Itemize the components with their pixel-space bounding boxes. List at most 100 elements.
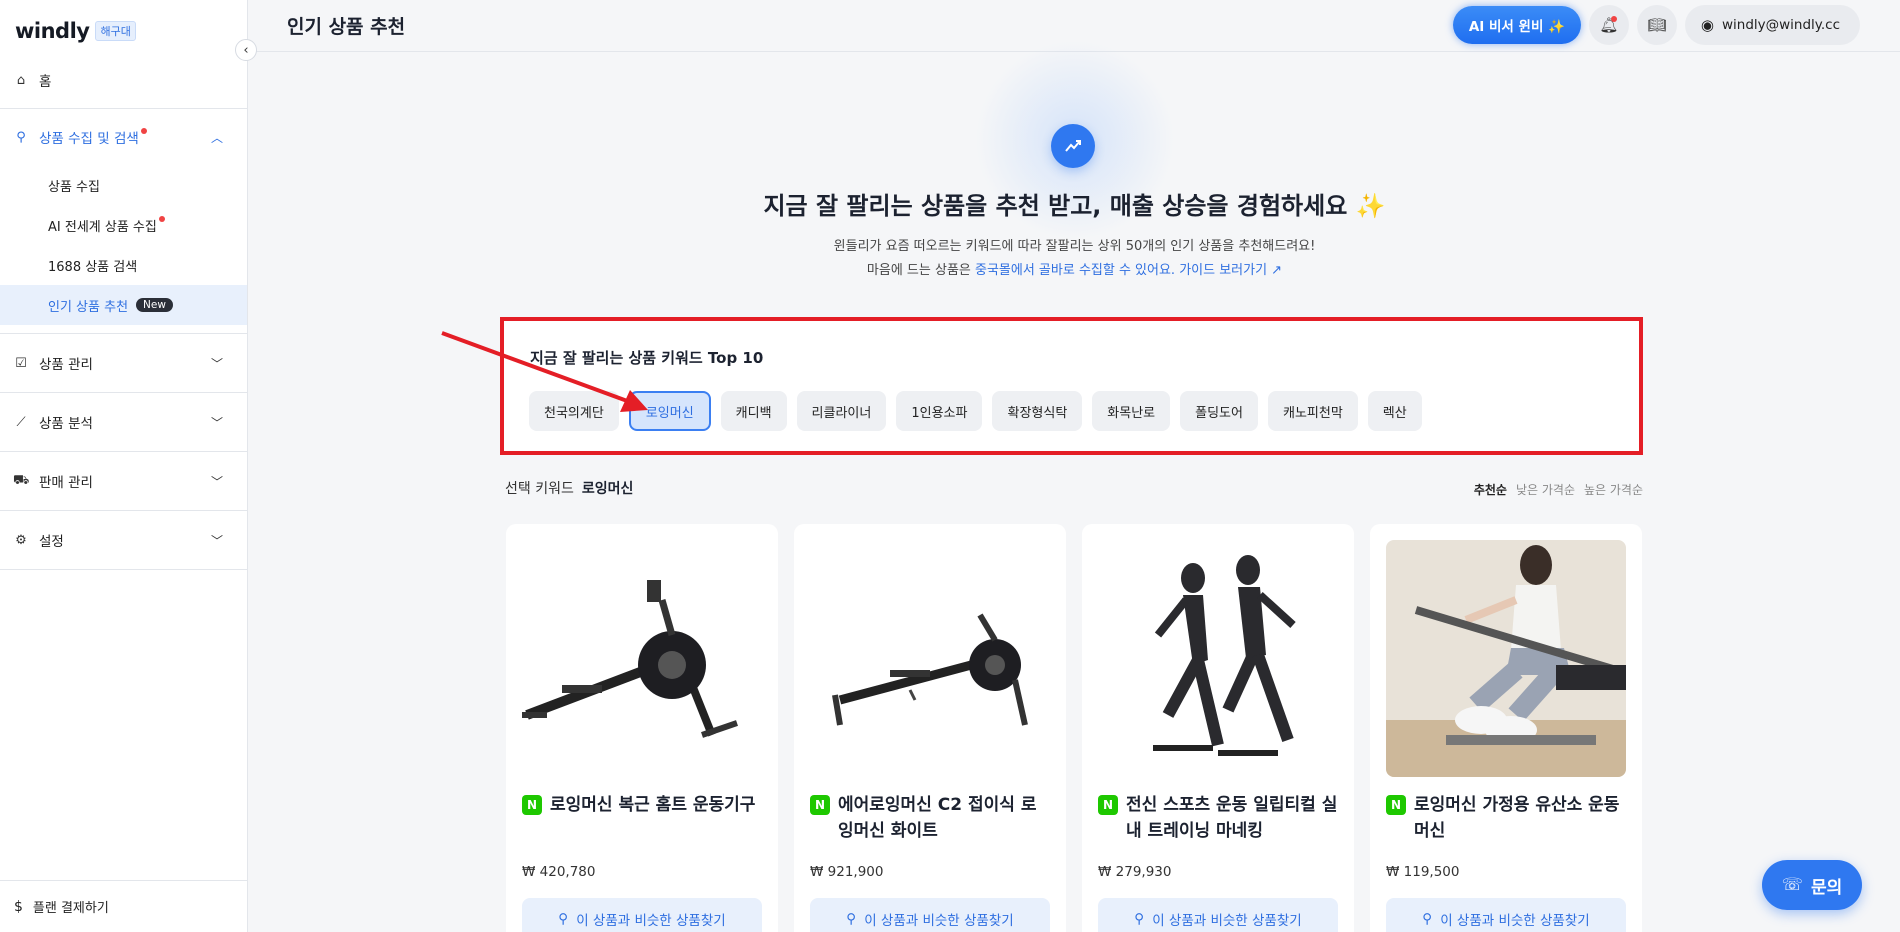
notification-dot — [158, 216, 165, 222]
annotation-arrow — [441, 331, 648, 412]
guide-book-button[interactable]: 📖︎ — [1636, 5, 1677, 45]
search-icon: ⚲ — [1134, 911, 1145, 927]
sidebar-item-collect[interactable]: 상품 수집 — [0, 165, 247, 205]
home-icon: ⌂ — [16, 72, 26, 88]
sidebar-footer-label: 플랜 결제하기 — [32, 901, 109, 916]
sort-recommended[interactable]: 추천순 — [1474, 481, 1507, 498]
sidebar-item-label: 상품 수집 — [48, 179, 100, 195]
ai-assistant-button[interactable]: AI 비서 윈비 ✨ — [1452, 6, 1581, 44]
notification-dot — [1610, 16, 1617, 22]
logo[interactable]: windly — [15, 19, 90, 43]
keyword-chip[interactable]: 캐노피천막 — [1267, 391, 1358, 431]
product-image[interactable] — [522, 540, 762, 777]
sidebar-group-label: 상품 분석 — [39, 416, 93, 432]
new-badge: New — [136, 298, 173, 312]
trending-chart-icon — [1051, 124, 1095, 168]
find-similar-label: 이 상품과 비슷한 상품찾기 — [864, 913, 1014, 929]
sidebar-item-label: 인기 상품 추천 — [48, 299, 129, 315]
product-image[interactable] — [810, 540, 1050, 777]
naver-icon: N — [810, 795, 830, 815]
keyword-chip[interactable]: 1인용소파 — [896, 391, 983, 431]
product-card[interactable]: N 로잉머신 복근 홈트 운동기구 ₩ 420,780 ⚲ 이 상품과 비슷한 … — [506, 524, 778, 932]
product-image[interactable] — [1098, 540, 1338, 777]
product-name-text: 전신 스포츠 운동 일립티컬 실내 트레이닝 마네킹 — [1126, 795, 1338, 841]
sidebar-group-label: 판매 관리 — [39, 475, 93, 491]
headset-icon: ☏ — [1781, 875, 1803, 895]
product-name[interactable]: N 로잉머신 복근 홈트 운동기구 — [522, 792, 764, 818]
product-image[interactable] — [1386, 540, 1626, 777]
find-similar-button[interactable]: ⚲ 이 상품과 비슷한 상품찾기 — [810, 898, 1050, 932]
keyword-chip[interactable]: 폴딩도어 — [1180, 391, 1258, 431]
find-similar-button[interactable]: ⚲ 이 상품과 비슷한 상품찾기 — [1386, 898, 1626, 932]
product-price: ₩ 279,930 — [1098, 864, 1172, 880]
sidebar-item-home[interactable]: ⌂ 홈 — [0, 62, 247, 98]
inquiry-button[interactable]: ☏ 문의 — [1762, 860, 1862, 910]
sidebar-group-head[interactable]: ⛟ 판매 관리 ﹀ — [0, 452, 247, 510]
keyword-top10-box: 지금 잘 팔리는 상품 키워드 Top 10 천국의계단 로잉머신 캐디백 리클… — [500, 317, 1643, 455]
sidebar-group-product-manage: ☑ 상품 관리 ﹀ — [0, 334, 247, 393]
product-card[interactable]: N 로잉머신 가정용 유산소 운동머신 ₩ 119,500 ⚲ 이 상품과 비슷… — [1370, 524, 1642, 932]
chevron-down-icon: ﹀ — [210, 356, 223, 371]
keyword-chip[interactable]: 확장형식탁 — [992, 391, 1083, 431]
chevron-down-icon: ﹀ — [210, 533, 223, 548]
sort-price-high[interactable]: 높은 가격순 — [1584, 481, 1643, 498]
sidebar-plan-payment[interactable]: $ 플랜 결제하기 — [0, 880, 248, 932]
find-similar-label: 이 상품과 비슷한 상품찾기 — [576, 913, 726, 929]
keyword-chip[interactable]: 리클라이너 — [796, 391, 887, 431]
selected-keyword-row: 선택 키워드 로잉머신 — [505, 478, 633, 498]
hero-description: 윈들리가 요즘 떠오르는 키워드에 따라 잘팔리는 상위 50개의 인기 상품을… — [249, 235, 1900, 283]
find-similar-label: 이 상품과 비슷한 상품찾기 — [1440, 913, 1590, 929]
find-similar-label: 이 상품과 비슷한 상품찾기 — [1152, 913, 1302, 929]
naver-icon: N — [1386, 795, 1406, 815]
sidebar-group-label: 상품 수집 및 검색 — [39, 131, 139, 147]
keyword-chip[interactable]: 화목난로 — [1092, 391, 1171, 431]
product-name[interactable]: N 에어로잉머신 C2 접이식 로잉머신 화이트 — [810, 792, 1052, 844]
sort-options: 추천순 낮은 가격순 높은 가격순 — [1474, 481, 1643, 498]
sidebar-item-label: 1688 상품 검색 — [48, 259, 138, 275]
naver-icon: N — [522, 795, 542, 815]
notification-button[interactable]: 🔔︎ — [1588, 5, 1629, 45]
dollar-icon: $ — [14, 898, 23, 915]
product-price: ₩ 119,500 — [1386, 864, 1460, 880]
search-icon: ⚲ — [558, 911, 569, 927]
sidebar-item-ai-global-collect[interactable]: AI 전세계 상품 수집 — [0, 205, 247, 245]
product-name[interactable]: N 로잉머신 가정용 유산소 운동머신 — [1386, 792, 1628, 844]
user-menu-button[interactable]: ◉ windly@windly.cc — [1684, 5, 1860, 45]
hero-desc-prefix: 마음에 드는 상품은 — [866, 263, 975, 278]
product-name[interactable]: N 전신 스포츠 운동 일립티컬 실내 트레이닝 마네킹 — [1098, 792, 1340, 844]
product-name-text: 로잉머신 복근 홈트 운동기구 — [550, 795, 756, 815]
hero-title: 지금 잘 팔리는 상품을 추천 받고, 매출 상승을 경험하세요 ✨ — [763, 192, 1386, 220]
sidebar-item-popular[interactable]: 인기 상품 추천 New — [0, 285, 247, 325]
find-similar-button[interactable]: ⚲ 이 상품과 비슷한 상품찾기 — [522, 898, 762, 932]
sidebar-group-head[interactable]: ⟋ 상품 분석 ﹀ — [0, 393, 247, 451]
product-card[interactable]: N 에어로잉머신 C2 접이식 로잉머신 화이트 ₩ 921,900 ⚲ 이 상… — [794, 524, 1066, 932]
product-name-text: 에어로잉머신 C2 접이식 로잉머신 화이트 — [838, 795, 1037, 841]
sidebar-item-label: 홈 — [39, 74, 52, 90]
sidebar-group-head[interactable]: ☑ 상품 관리 ﹀ — [0, 334, 247, 392]
sidebar-group-search-head[interactable]: ⚲ 상품 수집 및 검색 ︿ — [0, 109, 247, 165]
sidebar-group-label: 설정 — [39, 534, 64, 550]
keyword-chips: 천국의계단 로잉머신 캐디백 리클라이너 1인용소파 확장형식탁 화목난로 폴딩… — [529, 391, 1422, 431]
cart-icon: ⛟ — [13, 472, 30, 488]
chevron-up-icon: ︿ — [210, 130, 223, 145]
sort-price-low[interactable]: 낮은 가격순 — [1516, 481, 1575, 498]
sidebar-item-1688-search[interactable]: 1688 상품 검색 — [0, 245, 247, 285]
search-icon: ⚲ — [846, 911, 857, 927]
clipboard-check-icon: ☑ — [15, 355, 27, 371]
find-similar-button[interactable]: ⚲ 이 상품과 비슷한 상품찾기 — [1098, 898, 1338, 932]
sidebar-collapse-button[interactable]: ‹ — [235, 39, 257, 61]
gear-icon: ⚙ — [15, 532, 27, 548]
product-card[interactable]: N 전신 스포츠 운동 일립티컬 실내 트레이닝 마네킹 ₩ 279,930 ⚲… — [1082, 524, 1354, 932]
sidebar-group-sales-manage: ⛟ 판매 관리 ﹀ — [0, 452, 247, 511]
naver-icon: N — [1098, 795, 1118, 815]
sidebar-group-label: 상품 관리 — [39, 357, 93, 373]
keyword-chip[interactable]: 렉산 — [1367, 391, 1422, 431]
user-circle-icon: ◉ — [1700, 16, 1714, 34]
sidebar-group-head[interactable]: ⚙ 설정 ﹀ — [0, 511, 247, 569]
guide-link[interactable]: 중국몰에서 골바로 수집할 수 있어요. 가이드 보러가기 ↗ — [975, 263, 1282, 278]
book-open-icon: 📖︎ — [1647, 16, 1667, 34]
keyword-chip[interactable]: 캐디백 — [720, 391, 787, 431]
logo-badge: 해구대 — [95, 21, 136, 41]
sidebar-group-product-analysis: ⟋ 상품 분석 ﹀ — [0, 393, 247, 452]
search-icon: ⚲ — [16, 129, 26, 145]
